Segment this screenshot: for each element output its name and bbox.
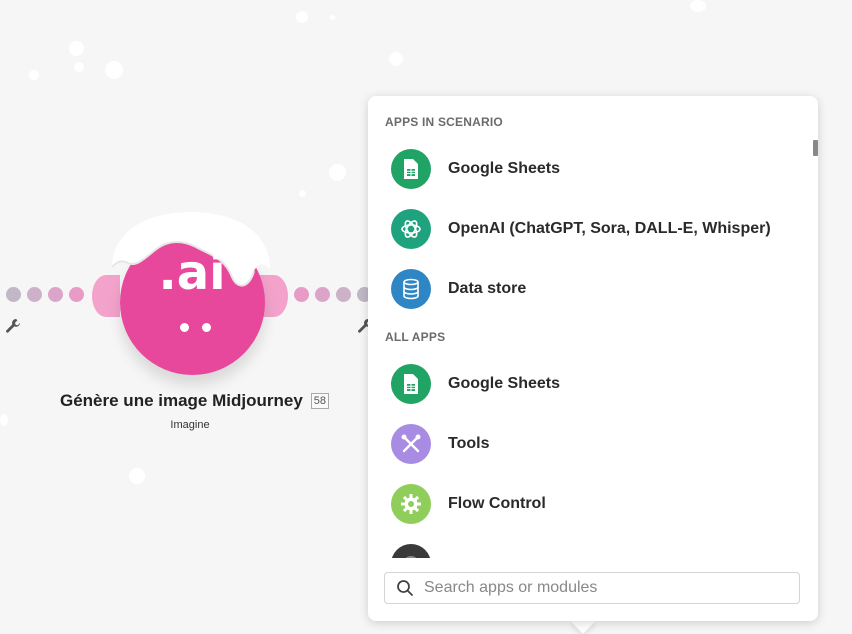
search-input[interactable] <box>422 578 796 598</box>
app-label: Flow Control <box>448 495 546 512</box>
gear-icon <box>391 484 431 524</box>
section-label-all-apps: ALL APPS <box>385 330 446 344</box>
app-item-openai[interactable]: OpenAI (ChatGPT, Sora, DALL-E, Whisper) <box>378 202 798 256</box>
node-logo-dots <box>180 323 240 339</box>
app-list[interactable]: APPS IN SCENARIO Google Sheets OpenAI (C… <box>368 96 808 558</box>
node-logo-text: .ai <box>158 245 226 301</box>
section-label-apps-in-scenario: APPS IN SCENARIO <box>385 115 503 129</box>
module-node[interactable]: .ai <box>92 205 292 405</box>
node-subtitle: Imagine <box>170 419 210 431</box>
search-box[interactable] <box>384 572 800 604</box>
app-item-data-store[interactable]: Data store <box>378 262 798 316</box>
node-title[interactable]: Génère une image Midjourney 58 <box>60 391 330 411</box>
node-id-badge: 58 <box>310 393 330 409</box>
google-sheets-icon <box>391 149 431 189</box>
app-item-google-sheets[interactable]: Google Sheets <box>378 357 798 411</box>
database-icon <box>391 269 431 309</box>
app-item-tools[interactable]: Tools <box>378 417 798 471</box>
scrollbar[interactable] <box>813 140 818 156</box>
app-label: Tools <box>448 435 490 452</box>
tools-icon <box>391 424 431 464</box>
app-icon-partial <box>391 544 431 558</box>
app-label: OpenAI (ChatGPT, Sora, DALL-E, Whisper) <box>448 220 771 237</box>
app-label: Google Sheets <box>448 160 561 177</box>
app-label: Data store <box>448 280 527 297</box>
app-item-flow-control[interactable]: Flow Control <box>378 477 798 531</box>
search-icon <box>397 580 413 596</box>
wrench-icon[interactable] <box>5 318 21 334</box>
openai-icon <box>391 209 431 249</box>
app-picker-popup: APPS IN SCENARIO Google Sheets OpenAI (C… <box>368 96 818 621</box>
app-item-google-sheets[interactable]: Google Sheets <box>378 142 798 196</box>
node-title-text: Génère une image Midjourney <box>60 391 303 410</box>
app-item-partial[interactable] <box>378 537 798 558</box>
google-sheets-icon <box>391 364 431 404</box>
app-label: Google Sheets <box>448 375 561 392</box>
